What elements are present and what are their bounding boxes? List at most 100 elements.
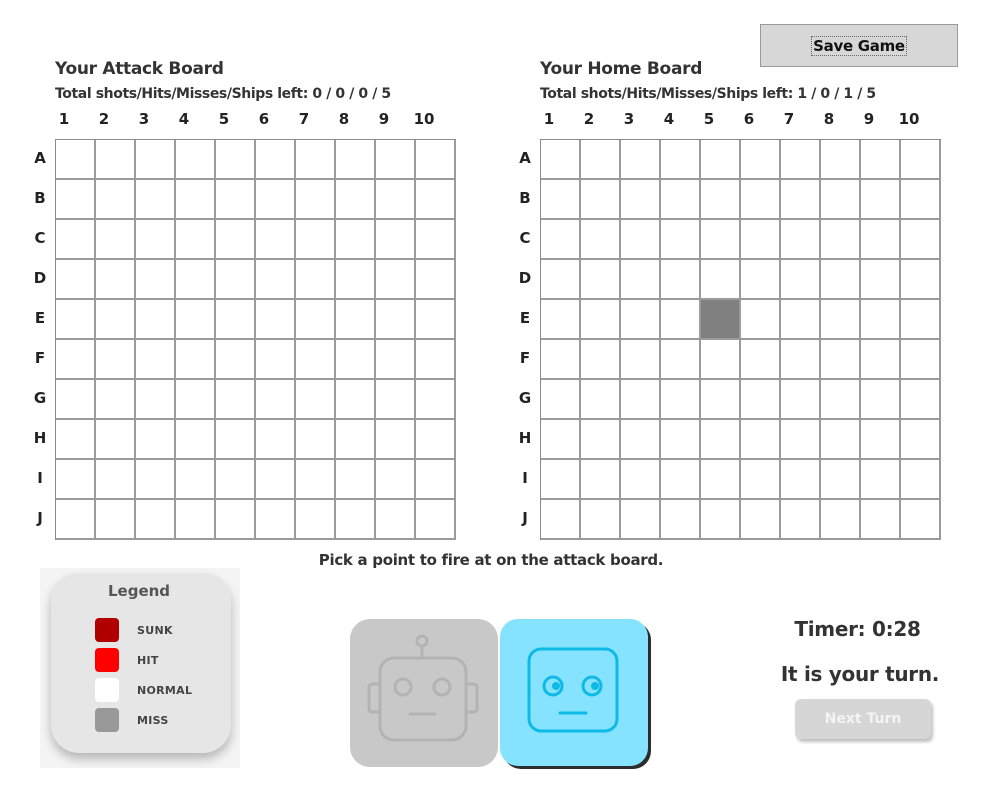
board-cell-D9[interactable]: [376, 260, 416, 300]
board-cell-D4[interactable]: [176, 260, 216, 300]
board-cell-D6[interactable]: [256, 260, 296, 300]
board-cell-I10[interactable]: [416, 460, 456, 500]
board-cell-C7[interactable]: [296, 220, 336, 260]
board-cell-G8[interactable]: [336, 380, 376, 420]
board-cell-G5[interactable]: [216, 380, 256, 420]
board-cell-A2[interactable]: [96, 140, 136, 180]
board-cell-F3[interactable]: [136, 340, 176, 380]
board-cell-H10[interactable]: [416, 420, 456, 460]
board-cell-C10[interactable]: [416, 220, 456, 260]
board-cell-J8[interactable]: [336, 500, 376, 540]
board-cell-F10[interactable]: [416, 340, 456, 380]
board-cell-H2[interactable]: [96, 420, 136, 460]
board-cell-G9[interactable]: [376, 380, 416, 420]
board-cell-C8[interactable]: [336, 220, 376, 260]
board-cell-I6[interactable]: [256, 460, 296, 500]
board-cell-B10[interactable]: [416, 180, 456, 220]
board-cell-J4[interactable]: [176, 500, 216, 540]
board-cell-C5[interactable]: [216, 220, 256, 260]
board-cell-C2[interactable]: [96, 220, 136, 260]
board-cell-I4[interactable]: [176, 460, 216, 500]
board-cell-C6[interactable]: [256, 220, 296, 260]
board-cell-B3[interactable]: [136, 180, 176, 220]
board-cell-B9[interactable]: [376, 180, 416, 220]
board-cell-E2[interactable]: [96, 300, 136, 340]
board-cell-G7[interactable]: [296, 380, 336, 420]
board-cell-D3[interactable]: [136, 260, 176, 300]
board-cell-J5[interactable]: [216, 500, 256, 540]
board-cell-G2[interactable]: [96, 380, 136, 420]
board-cell-F8[interactable]: [336, 340, 376, 380]
board-cell-F1[interactable]: [56, 340, 96, 380]
board-cell-B1[interactable]: [56, 180, 96, 220]
attack-board-grid[interactable]: [55, 139, 456, 540]
board-cell-B2[interactable]: [96, 180, 136, 220]
board-cell-I1[interactable]: [56, 460, 96, 500]
board-cell-J10[interactable]: [416, 500, 456, 540]
board-cell-A1[interactable]: [56, 140, 96, 180]
board-cell-B8[interactable]: [336, 180, 376, 220]
board-cell-G3[interactable]: [136, 380, 176, 420]
board-cell-H8[interactable]: [336, 420, 376, 460]
board-cell-A4[interactable]: [176, 140, 216, 180]
board-cell-G1[interactable]: [56, 380, 96, 420]
board-cell-G4[interactable]: [176, 380, 216, 420]
board-cell-J3[interactable]: [136, 500, 176, 540]
board-cell-F6[interactable]: [256, 340, 296, 380]
board-cell-H3[interactable]: [136, 420, 176, 460]
board-cell-D2[interactable]: [96, 260, 136, 300]
board-cell-E6[interactable]: [256, 300, 296, 340]
board-cell-D8[interactable]: [336, 260, 376, 300]
board-cell-J1[interactable]: [56, 500, 96, 540]
board-cell-J7[interactable]: [296, 500, 336, 540]
board-cell-J9[interactable]: [376, 500, 416, 540]
board-cell-C3[interactable]: [136, 220, 176, 260]
board-cell-A3[interactable]: [136, 140, 176, 180]
board-cell-A9[interactable]: [376, 140, 416, 180]
board-cell-G10[interactable]: [416, 380, 456, 420]
board-cell-B6[interactable]: [256, 180, 296, 220]
board-cell-D7[interactable]: [296, 260, 336, 300]
board-cell-I7[interactable]: [296, 460, 336, 500]
board-cell-I2[interactable]: [96, 460, 136, 500]
board-cell-C4[interactable]: [176, 220, 216, 260]
board-cell-I9[interactable]: [376, 460, 416, 500]
board-cell-E8[interactable]: [336, 300, 376, 340]
board-cell-I5[interactable]: [216, 460, 256, 500]
board-cell-J2[interactable]: [96, 500, 136, 540]
board-cell-B5[interactable]: [216, 180, 256, 220]
save-game-button[interactable]: Save Game: [760, 24, 958, 67]
board-cell-A6[interactable]: [256, 140, 296, 180]
board-cell-F4[interactable]: [176, 340, 216, 380]
board-cell-H1[interactable]: [56, 420, 96, 460]
board-cell-F2[interactable]: [96, 340, 136, 380]
board-cell-A5[interactable]: [216, 140, 256, 180]
board-cell-I3[interactable]: [136, 460, 176, 500]
board-cell-E5[interactable]: [216, 300, 256, 340]
board-cell-H5[interactable]: [216, 420, 256, 460]
board-cell-D1[interactable]: [56, 260, 96, 300]
board-cell-C9[interactable]: [376, 220, 416, 260]
board-cell-E1[interactable]: [56, 300, 96, 340]
board-cell-E10[interactable]: [416, 300, 456, 340]
board-cell-I8[interactable]: [336, 460, 376, 500]
board-cell-B7[interactable]: [296, 180, 336, 220]
board-cell-D10[interactable]: [416, 260, 456, 300]
board-cell-A7[interactable]: [296, 140, 336, 180]
board-cell-H7[interactable]: [296, 420, 336, 460]
board-cell-F9[interactable]: [376, 340, 416, 380]
board-cell-E9[interactable]: [376, 300, 416, 340]
board-cell-J6[interactable]: [256, 500, 296, 540]
board-cell-A10[interactable]: [416, 140, 456, 180]
board-cell-C1[interactable]: [56, 220, 96, 260]
board-cell-E7[interactable]: [296, 300, 336, 340]
board-cell-H6[interactable]: [256, 420, 296, 460]
board-cell-D5[interactable]: [216, 260, 256, 300]
board-cell-E3[interactable]: [136, 300, 176, 340]
board-cell-F7[interactable]: [296, 340, 336, 380]
board-cell-H4[interactable]: [176, 420, 216, 460]
board-cell-G6[interactable]: [256, 380, 296, 420]
board-cell-E4[interactable]: [176, 300, 216, 340]
board-cell-H9[interactable]: [376, 420, 416, 460]
board-cell-B4[interactable]: [176, 180, 216, 220]
